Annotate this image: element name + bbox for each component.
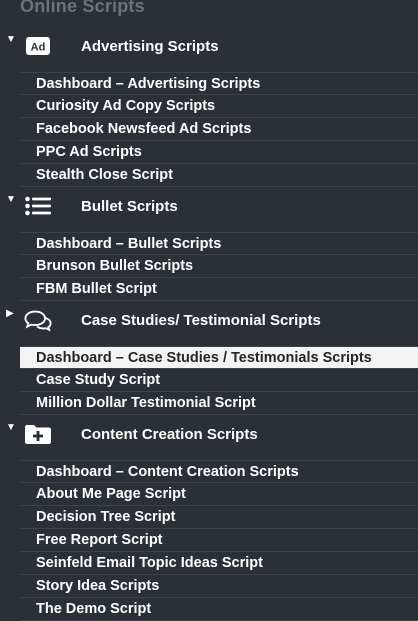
list-item[interactable]: Story Idea Scripts <box>20 575 418 598</box>
section-title: Content Creation Scripts <box>81 426 258 443</box>
chat-bubbles-icon <box>24 309 52 331</box>
list-item[interactable]: Million Dollar Testimonial Script <box>20 392 418 415</box>
section-title: Bullet Scripts <box>81 198 178 215</box>
item-list: Dashboard – Case Studies / Testimonials … <box>0 346 418 415</box>
list-item[interactable]: Dashboard – Bullet Scripts <box>20 232 418 255</box>
caret-right-icon[interactable]: ▶ <box>6 308 14 319</box>
list-item[interactable]: Decision Tree Script <box>20 506 418 529</box>
list-item[interactable]: Seinfeld Email Topic Ideas Script <box>20 552 418 575</box>
section-header-case-studies[interactable]: ▶ Case Studies/ Testimonial Scripts <box>0 304 418 346</box>
item-list: Dashboard – Advertising Scripts Curiosit… <box>0 72 418 187</box>
list-item-active[interactable]: Dashboard – Case Studies / Testimonials … <box>20 346 418 369</box>
list-item[interactable]: PPC Ad Scripts <box>20 141 418 164</box>
section-header-advertising[interactable]: ▼ Ad Advertising Scripts <box>0 30 418 72</box>
list-item[interactable]: FBM Bullet Script <box>20 278 418 301</box>
list-item[interactable]: Brunson Bullet Scripts <box>20 255 418 278</box>
list-item[interactable]: Dashboard – Content Creation Scripts <box>20 460 418 483</box>
folder-plus-icon <box>24 423 52 445</box>
section-case-studies: ▶ Case Studies/ Testimonial Scripts Dash… <box>0 304 418 415</box>
section-title: Advertising Scripts <box>81 38 219 55</box>
item-list: Dashboard – Content Creation Scripts Abo… <box>0 460 418 621</box>
page-title: Online Scripts <box>20 0 145 16</box>
list-item[interactable]: Dashboard – Advertising Scripts <box>20 72 418 95</box>
list-item[interactable]: The Demo Script <box>20 598 418 621</box>
list-item[interactable]: Free Report Script <box>20 529 418 552</box>
list-item[interactable]: About Me Page Script <box>20 483 418 506</box>
section-title: Case Studies/ Testimonial Scripts <box>81 312 321 329</box>
section-header-bullet[interactable]: ▼ Bullet Scripts <box>0 190 418 232</box>
list-item[interactable]: Case Study Script <box>20 369 418 392</box>
caret-down-icon[interactable]: ▼ <box>6 422 16 433</box>
list-item[interactable]: Curiosity Ad Copy Scripts <box>20 95 418 118</box>
section-header-content-creation[interactable]: ▼ Content Creation Scripts <box>0 418 418 460</box>
bullet-list-icon <box>24 195 52 217</box>
list-item[interactable]: Stealth Close Script <box>20 164 418 187</box>
section-content-creation: ▼ Content Creation Scripts Dashboard – C… <box>0 418 418 621</box>
caret-down-icon[interactable]: ▼ <box>6 194 16 205</box>
section-advertising-scripts: ▼ Ad Advertising Scripts Dashboard – Adv… <box>0 30 418 187</box>
caret-down-icon[interactable]: ▼ <box>6 34 16 45</box>
ad-badge-icon: Ad <box>24 35 52 57</box>
ad-badge-text: Ad <box>31 42 46 54</box>
list-item[interactable]: Facebook Newsfeed Ad Scripts <box>20 118 418 141</box>
section-bullet-scripts: ▼ Bullet Scripts Dashboard – Bullet Scri… <box>0 190 418 301</box>
item-list: Dashboard – Bullet Scripts Brunson Bulle… <box>0 232 418 301</box>
